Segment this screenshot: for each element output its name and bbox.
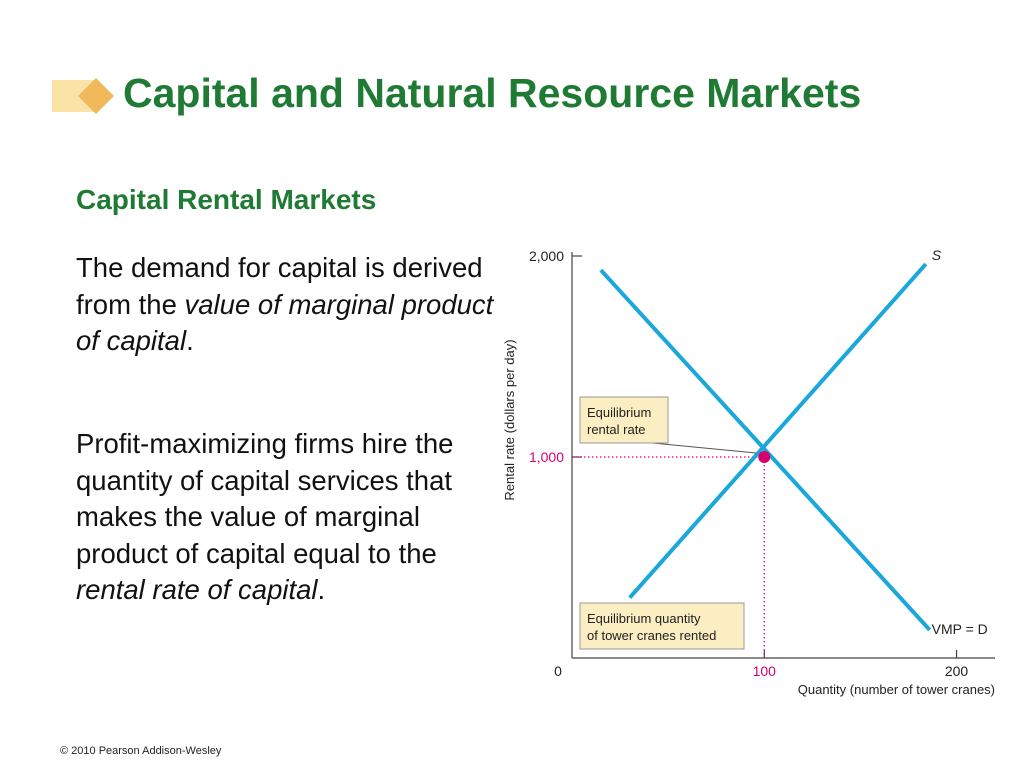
title-diamond-decoration bbox=[52, 78, 114, 114]
y-axis-title: Rental rate (dollars per day) bbox=[502, 339, 517, 500]
capital-rental-market-chart: Rental rate (dollars per day) Quantity (… bbox=[502, 247, 995, 697]
paragraph-profit-maximizing: Profit-maximizing firms hire the quantit… bbox=[76, 426, 496, 609]
para2-emphasis: rental rate of capital bbox=[76, 574, 318, 605]
rate-callout-line-2: rental rate bbox=[587, 422, 646, 437]
x-tick-label-200: 200 bbox=[945, 663, 969, 679]
supply-curve-label: S bbox=[932, 247, 942, 263]
x-tick-label-0: 0 bbox=[554, 663, 562, 679]
y-tick-label-1000: 1,000 bbox=[529, 449, 564, 465]
para2-end: . bbox=[317, 574, 326, 605]
section-subtitle: Capital Rental Markets bbox=[76, 184, 377, 215]
quantity-callout-line-1: Equilibrium quantity bbox=[587, 611, 701, 626]
paragraph-demand-for-capital: The demand for capital is derived from t… bbox=[76, 250, 496, 360]
curve-supply bbox=[628, 262, 928, 600]
rate-callout-leader bbox=[641, 441, 757, 454]
quantity-callout-line-2: of tower cranes rented bbox=[587, 628, 716, 643]
y-tick-label-2000: 2,000 bbox=[529, 248, 564, 264]
para1-end: . bbox=[186, 325, 194, 356]
slide-title: Capital and Natural Resource Markets bbox=[123, 70, 862, 116]
rate-callout-line-1: Equilibrium bbox=[587, 405, 651, 420]
demand-curve-label: VMP = D bbox=[932, 621, 988, 637]
equilibrium-point bbox=[758, 451, 771, 463]
x-axis-title: Quantity (number of tower cranes) bbox=[798, 682, 995, 697]
x-tick-label-100: 100 bbox=[753, 663, 777, 679]
copyright-notice: © 2010 Pearson Addison-Wesley bbox=[60, 745, 222, 757]
para2-text: Profit-maximizing firms hire the quantit… bbox=[76, 428, 454, 569]
